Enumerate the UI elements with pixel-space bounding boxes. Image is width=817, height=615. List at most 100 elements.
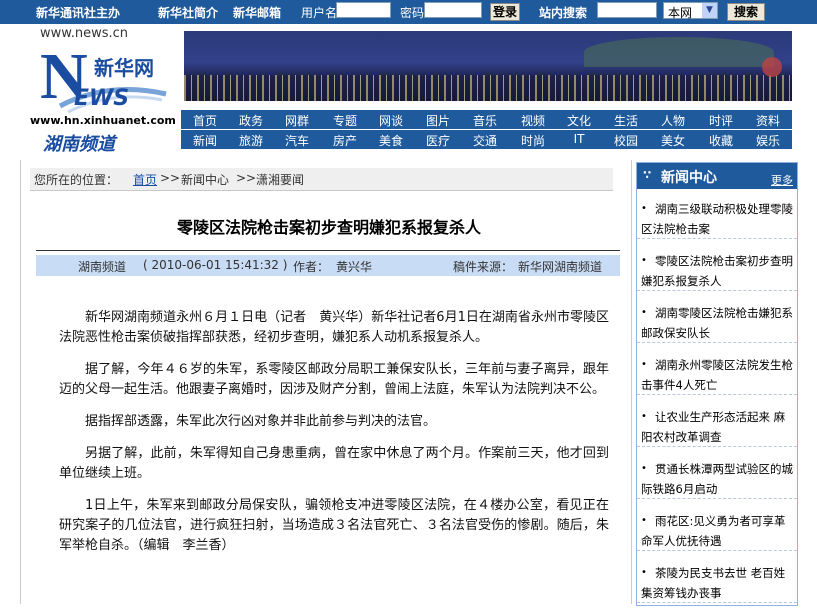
site-search-label: 站内搜索 xyxy=(539,6,588,20)
password-input[interactable] xyxy=(424,2,482,18)
mail-link[interactable]: 新华邮箱 xyxy=(233,4,281,21)
login-button[interactable]: 登录 xyxy=(490,3,520,21)
nav-item[interactable]: 时评 xyxy=(697,112,745,129)
article-paragraph: 另据了解，此前，朱军得知自己身患重病，曾在家中休息了两个月。作案前三天，他才回到… xyxy=(59,446,609,481)
nav-item[interactable]: 交通 xyxy=(461,132,509,149)
nav-item[interactable]: 图片 xyxy=(414,112,462,129)
meta-origin-label: 稿件来源： xyxy=(453,260,514,274)
article-body: 新华网湖南频道永州６月１日电（记者 黄兴华）新华社记者6月1日在湖南省永州市零陵… xyxy=(59,308,609,568)
nav-item[interactable]: 校园 xyxy=(602,132,650,149)
sidebar-item[interactable]: • 贯通长株潭两型试验区的城际铁路6月启动 xyxy=(637,459,797,499)
banner-hill xyxy=(584,37,774,67)
nav-item[interactable]: 网群 xyxy=(273,112,321,129)
sidebar-item-link[interactable]: 湖南永州零陵区法院发生枪击事件4人死亡 xyxy=(641,355,793,395)
top-bar: 新华通讯社主办 新华社简介 新华邮箱 用户名 密码 登录 站内搜索 本网 ▼ 搜… xyxy=(0,0,817,24)
bullet-icon: • xyxy=(641,255,647,266)
sidebar-item[interactable]: • 湖南零陵区法院枪击嫌犯系邮政保安队长 xyxy=(637,303,797,343)
logo-url-text: www.news.cn xyxy=(40,26,128,41)
sidebar-item-link[interactable]: 让农业生产形态活起来 麻阳农村改革调查 xyxy=(641,407,793,447)
nav-item[interactable]: 音乐 xyxy=(461,112,509,129)
about-link[interactable]: 新华社简介 xyxy=(158,4,218,21)
news-center-sidebar: ∵ 新闻中心 更多 • 湖南三级联动积极处理零陵区法院枪击案 • 零陵区法院枪击案初… xyxy=(636,162,798,606)
chevron-down-icon[interactable]: ▼ xyxy=(702,3,717,18)
meta-channel: 湖南频道 xyxy=(78,260,127,274)
breadcrumb-label: 您所在的位置： xyxy=(34,173,119,187)
sidebar-list: • 湖南三级联动积极处理零陵区法院枪击案 • 零陵区法院枪击案初步查明嫌犯系报复杀人… xyxy=(637,199,797,615)
article-paragraph: 据了解，今年４６岁的朱军，系零陵区邮政分局职工兼保安队长，三年前与妻子离异，跟年… xyxy=(59,362,609,397)
logo-news-text: EWS xyxy=(74,86,130,111)
nav-item[interactable]: 汽车 xyxy=(273,132,321,149)
nav-item[interactable]: 医疗 xyxy=(414,132,462,149)
nav-item[interactable]: 时尚 xyxy=(509,132,557,149)
nav-item[interactable]: 政务 xyxy=(227,112,275,129)
meta-author: 黄兴华 xyxy=(336,260,373,274)
breadcrumb-separator: >> xyxy=(160,171,181,185)
sidebar-more-link[interactable]: 更多 xyxy=(771,172,793,188)
nav-row-1: 首页 政务 网群 专题 网谈 图片 音乐 视频 文化 生活 人物 时评 资料 xyxy=(181,110,792,129)
search-scope-value: 本网 xyxy=(668,6,693,20)
nav-item[interactable]: 视频 xyxy=(509,112,557,129)
nav-item[interactable]: 人物 xyxy=(649,112,697,129)
sidebar-item[interactable]: • 零陵区法院枪击案初步查明嫌犯系报复杀人 xyxy=(637,251,797,291)
nav-item[interactable]: 生活 xyxy=(602,112,650,129)
nav-item[interactable]: 网谈 xyxy=(367,112,415,129)
banner-emblem-icon xyxy=(762,57,782,77)
breadcrumb-news-center[interactable]: 新闻中心 xyxy=(181,171,229,188)
nav-item[interactable]: 新闻 xyxy=(181,132,229,149)
nav-item[interactable]: 收藏 xyxy=(697,132,745,149)
article-paragraph: 据指挥部透露，朱军此次行凶对象并非此前参与判决的法官。 xyxy=(85,414,437,429)
nav-item[interactable]: 旅游 xyxy=(227,132,275,149)
sidebar-item-link[interactable]: 贯通长株潭两型试验区的城际铁路6月启动 xyxy=(641,459,793,499)
sponsor-text: 新华通讯社主办 xyxy=(36,6,121,20)
breadcrumb-separator: >> xyxy=(236,171,257,185)
sidebar-item[interactable]: • 湖南三级联动积极处理零陵区法院枪击案 xyxy=(637,199,797,239)
bullet-icon: • xyxy=(641,411,647,422)
meta-origin: 新华网湖南频道 xyxy=(518,260,603,274)
nav-item[interactable]: 美食 xyxy=(367,132,415,149)
article-paragraph: 新华网湖南频道永州６月１日电（记者 黄兴华）新华社记者6月1日在湖南省永州市零陵… xyxy=(59,310,609,345)
logo-channel-name: 湖南频道 xyxy=(43,134,115,155)
nav-item[interactable]: 首页 xyxy=(181,112,229,129)
breadcrumb: 您所在的位置： 首页 >> 新闻中心 >> 潇湘要闻 xyxy=(30,168,613,191)
sidebar-item-link[interactable]: 雨花区:见义勇为者可享革命军人优抚待遇 xyxy=(641,511,793,551)
nav-item[interactable]: 娱乐 xyxy=(744,132,792,149)
search-button[interactable]: 搜索 xyxy=(727,3,765,21)
nav-item[interactable]: IT xyxy=(555,132,603,146)
nav-item[interactable]: 资料 xyxy=(744,112,792,129)
title-divider xyxy=(36,250,620,251)
bullet-icon: • xyxy=(641,567,647,578)
sidebar-item[interactable]: • 茶陵为民支书去世 老百姓集资筹钱办丧事 xyxy=(637,563,797,603)
search-scope-select[interactable]: 本网 ▼ xyxy=(663,2,718,20)
header-banner-image xyxy=(184,31,792,101)
logo-site-url: www.hn.xinhuanet.com xyxy=(30,114,176,127)
nav-item[interactable]: 文化 xyxy=(555,112,603,129)
sidebar-title: 新闻中心 xyxy=(661,170,717,186)
sidebar-item[interactable]: • 雨花区:见义勇为者可享革命军人优抚待遇 xyxy=(637,511,797,551)
password-label: 密码 xyxy=(400,6,425,20)
sidebar-item-link[interactable]: 湖南零陵区法院枪击嫌犯系邮政保安队长 xyxy=(641,303,793,343)
article-paragraph: 1日上午，朱军来到邮政分局保安队，骗领枪支冲进零陵区法院，在４楼办公室，看见正在… xyxy=(59,498,609,553)
sidebar-header: ∵ 新闻中心 更多 xyxy=(637,163,797,189)
sidebar-item-link[interactable]: 茶陵为民支书去世 老百姓集资筹钱办丧事 xyxy=(641,563,793,603)
bullet-icon: • xyxy=(641,463,647,474)
sidebar-item[interactable]: • 让农业生产形态活起来 麻阳农村改革调查 xyxy=(637,407,797,447)
username-input[interactable] xyxy=(336,2,391,18)
sidebar-item[interactable]: • 湖南永州零陵区法院发生枪击事件4人死亡 xyxy=(637,355,797,395)
nav-item[interactable]: 美女 xyxy=(649,132,697,149)
nav-row-2: 新闻 旅游 汽车 房产 美食 医疗 交通 时尚 IT 校园 美女 收藏 娱乐 xyxy=(181,130,792,149)
breadcrumb-home-link[interactable]: 首页 xyxy=(133,171,157,188)
username-label: 用户名 xyxy=(301,6,338,20)
bullet-icon: • xyxy=(641,515,647,526)
nav-item[interactable]: 房产 xyxy=(321,132,369,149)
sidebar-item-link[interactable]: 零陵区法院枪击案初步查明嫌犯系报复杀人 xyxy=(641,251,793,291)
bullet-icon: • xyxy=(641,203,647,214)
meta-author-label: 作者： xyxy=(293,260,330,274)
article-meta-bar: 湖南频道 ( 2010-06-01 15:41:32 ) 作者： 黄兴华 稿件来… xyxy=(36,255,620,276)
banner-city-lights xyxy=(184,75,792,101)
search-input[interactable] xyxy=(597,2,657,18)
nav-item[interactable]: 专题 xyxy=(321,112,369,129)
sidebar-item-link[interactable]: 湖南三级联动积极处理零陵区法院枪击案 xyxy=(641,199,793,239)
meta-datetime: ( 2010-06-01 15:41:32 ) xyxy=(143,258,288,272)
breadcrumb-current[interactable]: 潇湘要闻 xyxy=(256,171,304,188)
sidebar-dots-icon: ∵ xyxy=(643,168,652,182)
